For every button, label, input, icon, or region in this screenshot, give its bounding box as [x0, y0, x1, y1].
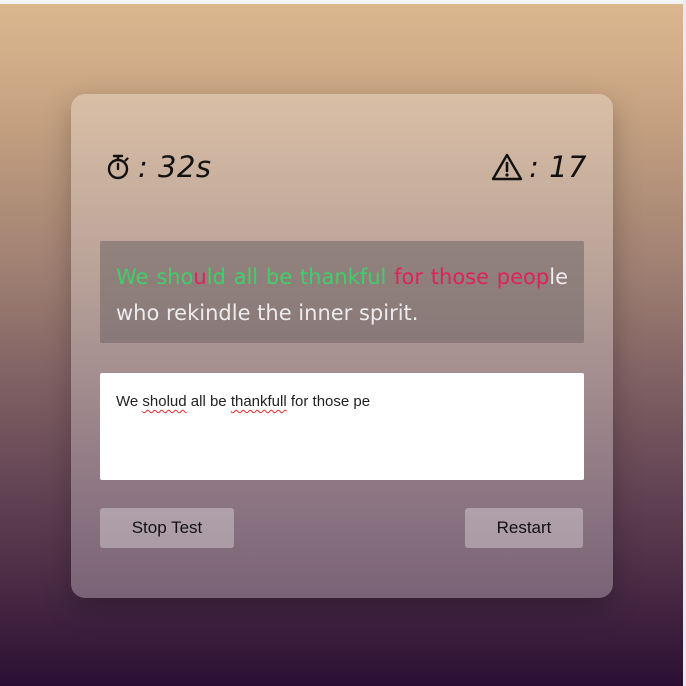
- window-top-edge: [0, 0, 686, 4]
- timer-value: : 32s: [138, 150, 212, 184]
- warning-icon: [491, 152, 529, 182]
- error-count-display: : 17: [491, 150, 587, 184]
- typed-text: for those pe: [286, 393, 371, 410]
- passage-segment-incorrect: u: [193, 265, 207, 289]
- stop-test-button[interactable]: Stop Test: [100, 508, 234, 548]
- restart-button[interactable]: Restart: [465, 508, 583, 548]
- passage-segment-correct: all be thankful: [225, 265, 395, 289]
- misspelled-word: sholud: [142, 393, 187, 410]
- error-count-value: : 17: [529, 150, 587, 184]
- typed-text: all be: [186, 393, 231, 410]
- passage-segment-incorrect: for those: [394, 265, 497, 289]
- typing-test-card: : 32s : 17 We should all be thankful for…: [71, 94, 613, 598]
- misspelled-word: thankfull: [230, 393, 287, 410]
- typing-input[interactable]: We sholud all be thankfull for those pe: [100, 373, 584, 480]
- stopwatch-icon: [104, 153, 138, 181]
- passage-segment-correct: d: [212, 265, 226, 289]
- passage-segment-incorrect: peop: [496, 265, 550, 289]
- typed-text: We: [116, 393, 143, 410]
- timer-display: : 32s: [104, 150, 212, 184]
- passage-segment-correct: We sho: [116, 265, 194, 289]
- target-passage: We should all be thankful for those peop…: [100, 241, 584, 343]
